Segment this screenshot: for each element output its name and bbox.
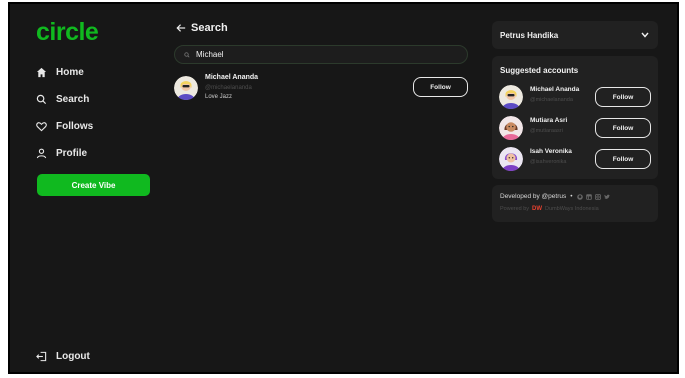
nav-search-label: Search	[56, 93, 90, 105]
result-bio: Love Jazz	[205, 94, 233, 100]
social-icons	[576, 193, 610, 200]
app-logo[interactable]: circle	[36, 18, 99, 47]
nav-follows[interactable]: Follows	[36, 117, 93, 135]
nav-home[interactable]: Home	[36, 63, 84, 81]
logout-label: Logout	[56, 350, 90, 362]
chevron-down-icon	[641, 32, 649, 38]
suggested-name: Michael Ananda	[530, 86, 580, 93]
footer-panel: Developed by @petrus • Powered by DW Dum…	[492, 185, 658, 222]
developed-by-text: Developed by @petrus	[500, 193, 567, 200]
search-icon	[184, 51, 190, 58]
github-icon[interactable]	[576, 193, 583, 200]
nav-search[interactable]: Search	[36, 90, 89, 108]
nav-home-label: Home	[56, 66, 84, 78]
logout-icon	[36, 351, 47, 361]
instagram-icon[interactable]	[594, 193, 601, 200]
home-icon	[36, 67, 47, 77]
create-vibe-button[interactable]: Create Vibe	[37, 174, 150, 196]
follow-button[interactable]: Follow	[413, 77, 468, 97]
suggested-name: Mutiara Asri	[530, 117, 568, 124]
avatar[interactable]	[174, 76, 198, 100]
dumbways-logo: DW	[532, 206, 543, 212]
suggested-account-item[interactable]: Mutiara Asri @mutiaraasri Follow	[499, 115, 651, 141]
nav-profile[interactable]: Profile	[36, 144, 87, 162]
suggested-handle: @mutiaraasri	[530, 128, 563, 134]
powered-by: Powered by DW DumbWays Indonesia	[500, 206, 599, 212]
result-name: Michael Ananda	[205, 74, 259, 81]
suggested-accounts-title: Suggested accounts	[500, 66, 579, 75]
suggested-name: Isah Veronika	[530, 148, 572, 155]
heart-icon	[36, 121, 47, 131]
page-title-text: Search	[191, 22, 228, 34]
app-window: circle Home Search Follows Profile Creat…	[8, 2, 679, 374]
follow-button[interactable]: Follow	[595, 118, 651, 138]
search-result-item[interactable]: Michael Ananda @michaelananda Love Jazz …	[174, 74, 468, 106]
search-bar[interactable]	[174, 45, 468, 64]
logout-button[interactable]: Logout	[36, 347, 90, 365]
search-icon	[36, 94, 47, 104]
linkedin-icon[interactable]	[585, 193, 592, 200]
result-handle: @michaelananda	[205, 85, 252, 91]
powered-by-name: DumbWays Indonesia	[545, 206, 599, 212]
user-menu[interactable]: Petrus Handika	[492, 21, 658, 49]
search-input[interactable]	[196, 50, 446, 59]
powered-by-text: Powered by	[500, 206, 530, 212]
nav-profile-label: Profile	[56, 147, 88, 159]
suggested-account-item[interactable]: Michael Ananda @michaelananda Follow	[499, 84, 651, 110]
twitter-icon[interactable]	[603, 194, 610, 200]
suggested-handle: @michaelananda	[530, 97, 573, 103]
separator: •	[570, 193, 573, 200]
suggested-account-item[interactable]: Isah Veronika @isahveronika Follow	[499, 146, 651, 172]
developer-credit: Developed by @petrus •	[500, 193, 610, 200]
suggested-handle: @isahveronika	[530, 159, 567, 165]
current-user-name: Petrus Handika	[500, 31, 559, 40]
avatar[interactable]	[499, 85, 523, 109]
suggested-accounts-panel: Suggested accounts Michael Ananda @micha…	[492, 56, 658, 179]
page-title: Search	[176, 22, 228, 34]
avatar[interactable]	[499, 116, 523, 140]
follow-button[interactable]: Follow	[595, 87, 651, 107]
user-icon	[36, 148, 47, 158]
arrow-left-icon[interactable]	[176, 23, 186, 33]
nav-follows-label: Follows	[56, 120, 94, 132]
avatar[interactable]	[499, 147, 523, 171]
follow-button[interactable]: Follow	[595, 149, 651, 169]
